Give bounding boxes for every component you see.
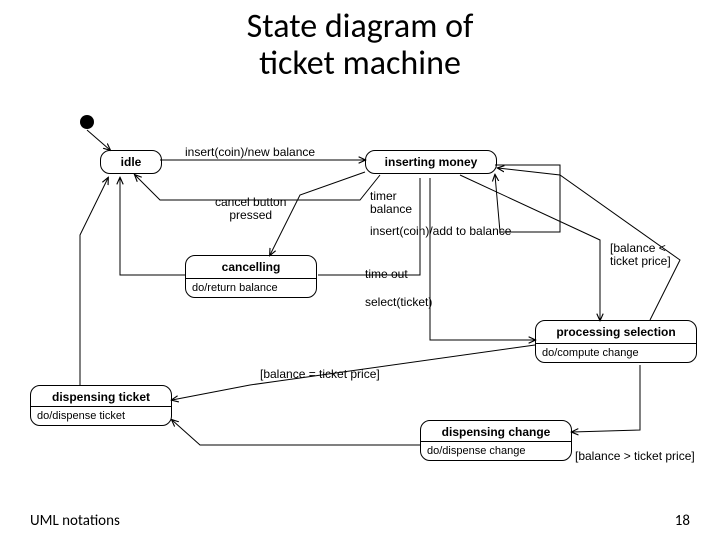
slide-title: State diagram of ticket machine xyxy=(0,8,720,83)
label-timer-l2: balance xyxy=(370,202,412,216)
initial-state-dot xyxy=(80,115,94,129)
footer-left: UML notations xyxy=(30,512,120,530)
state-processing-name: processing selection xyxy=(536,321,696,343)
label-balance-lt-l1: [balance < xyxy=(610,241,666,255)
state-idle: idle xyxy=(100,150,162,174)
label-balance-eq: [balance = ticket price] xyxy=(260,368,380,381)
state-idle-name: idle xyxy=(101,151,161,173)
state-inserting-money: inserting money xyxy=(365,150,497,174)
page-number: 18 xyxy=(675,512,690,530)
label-timer-balance: timer balance xyxy=(370,190,412,216)
state-dispensing-change-name: dispensing change xyxy=(421,421,571,441)
state-cancelling-activity: do/return balance xyxy=(186,279,316,297)
label-time-out: time out xyxy=(365,268,408,281)
label-insert-new-balance: insert(coin)/new balance xyxy=(185,146,315,159)
label-insert-add: insert(coin)/add to balance xyxy=(370,225,511,238)
state-processing-selection: processing selection do/compute change xyxy=(535,320,697,363)
state-processing-activity: do/compute change xyxy=(536,344,696,362)
state-dispensing-change-activity: do/dispense change xyxy=(421,442,571,460)
state-cancelling-name: cancelling xyxy=(186,256,316,278)
state-dispensing-ticket-activity: do/dispense ticket xyxy=(31,407,171,425)
label-balance-gt: [balance > ticket price] xyxy=(575,450,695,463)
label-select-ticket: select(ticket) xyxy=(365,296,432,309)
label-cancel-pressed-l2: pressed xyxy=(229,208,272,222)
title-line-1: State diagram of xyxy=(247,6,474,47)
state-dispensing-change: dispensing change do/dispense change xyxy=(420,420,572,461)
state-inserting-money-name: inserting money xyxy=(366,151,496,173)
label-balance-lt-l2: ticket price] xyxy=(610,254,671,268)
label-balance-lt: [balance < ticket price] xyxy=(610,242,671,268)
title-line-2: ticket machine xyxy=(259,43,461,84)
state-cancelling: cancelling do/return balance xyxy=(185,255,317,298)
label-cancel-pressed-l1: cancel button xyxy=(215,195,286,209)
label-timer-l1: timer xyxy=(370,189,397,203)
state-dispensing-ticket-name: dispensing ticket xyxy=(31,386,171,406)
state-dispensing-ticket: dispensing ticket do/dispense ticket xyxy=(30,385,172,426)
label-cancel-pressed: cancel button pressed xyxy=(215,196,286,222)
